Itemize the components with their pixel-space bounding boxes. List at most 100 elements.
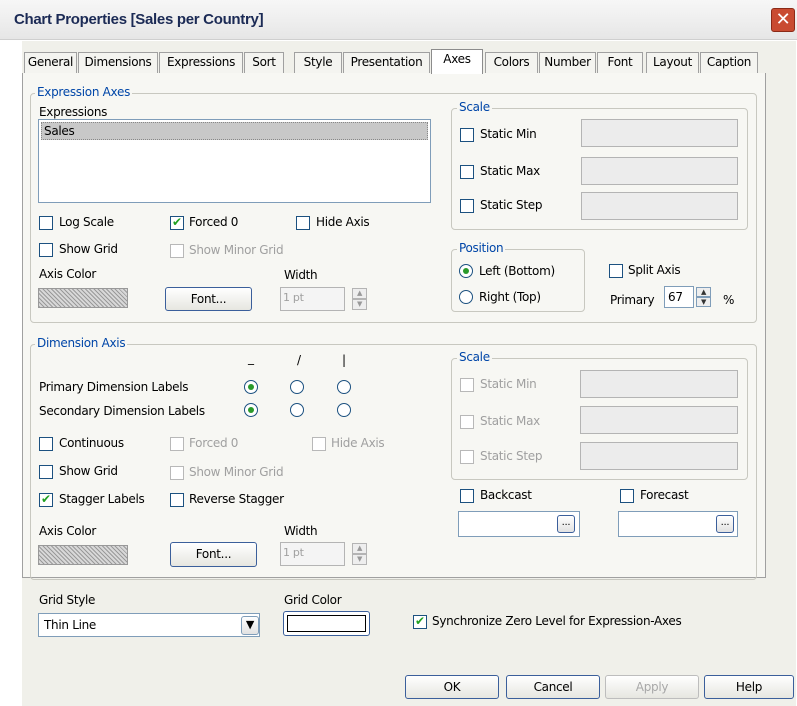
tab-caption[interactable]: Caption: [700, 52, 758, 73]
diagonal-orientation-header: /: [297, 353, 301, 367]
static-min-input[interactable]: [581, 119, 738, 147]
dim-static-min-checkbox[interactable]: [460, 378, 474, 392]
backcast-checkbox[interactable]: [460, 489, 474, 503]
sync-zero-checkbox[interactable]: ✔: [413, 614, 427, 629]
dim-hide-axis-label: Hide Axis: [331, 436, 385, 450]
check-icon: ✔: [41, 492, 51, 506]
continuous-checkbox[interactable]: [39, 437, 53, 451]
show-grid-checkbox[interactable]: [39, 243, 53, 257]
static-min-checkbox[interactable]: [460, 128, 474, 142]
expressions-list[interactable]: Sales: [38, 119, 431, 203]
forecast-checkbox[interactable]: [620, 489, 634, 503]
dim-show-grid-checkbox[interactable]: [39, 465, 53, 479]
static-max-label: Static Max: [480, 164, 540, 178]
dim-width-stepper[interactable]: 1 pt: [280, 542, 345, 566]
static-max-checkbox[interactable]: [460, 165, 474, 179]
tab-general[interactable]: General: [24, 52, 77, 73]
dim-static-max-checkbox[interactable]: [460, 415, 474, 429]
help-button[interactable]: Help: [704, 675, 794, 699]
backcast-ellipsis-button[interactable]: ...: [557, 515, 575, 533]
tab-dimensions[interactable]: Dimensions: [78, 52, 158, 73]
apply-button[interactable]: Apply: [605, 675, 699, 699]
dim-font-button[interactable]: Font...: [170, 542, 257, 567]
grid-style-label: Grid Style: [39, 593, 96, 607]
tab-expressions[interactable]: Expressions: [159, 52, 243, 73]
primary-percent-input[interactable]: 67: [664, 286, 694, 308]
width-up-icon[interactable]: ▲: [352, 288, 367, 299]
dim-static-min-input[interactable]: [580, 370, 738, 398]
dim-width-label: Width: [284, 524, 318, 538]
dim-static-step-input[interactable]: [580, 442, 738, 470]
right-top-radio[interactable]: [459, 290, 473, 304]
show-minor-grid-checkbox[interactable]: [170, 244, 184, 258]
static-step-input[interactable]: [581, 192, 738, 220]
expression-axes-legend: Expression Axes: [35, 85, 133, 99]
width-down-icon[interactable]: ▼: [352, 299, 367, 310]
radio-dot-icon: [248, 407, 254, 413]
tab-colors[interactable]: Colors: [485, 52, 538, 73]
tab-style[interactable]: Style: [294, 52, 342, 73]
show-minor-grid-label: Show Minor Grid: [189, 243, 284, 257]
secondary-diagonal-radio[interactable]: [290, 403, 304, 417]
static-step-checkbox[interactable]: [460, 199, 474, 213]
tab-axes[interactable]: Axes: [431, 49, 483, 74]
primary-up-icon[interactable]: ▲: [696, 287, 711, 297]
dim-hide-axis-checkbox[interactable]: [312, 437, 326, 451]
dim-show-minor-grid-label: Show Minor Grid: [189, 465, 284, 479]
percent-label: %: [723, 293, 735, 307]
forced-0-checkbox[interactable]: ✔: [170, 215, 184, 230]
ok-button[interactable]: OK: [405, 675, 499, 699]
close-icon[interactable]: ✕: [771, 8, 795, 32]
dim-width-up-icon[interactable]: ▲: [352, 543, 367, 554]
check-icon: ✔: [172, 215, 182, 229]
log-scale-label: Log Scale: [59, 215, 114, 229]
tab-layout[interactable]: Layout: [646, 52, 699, 73]
window-title: Chart Properties [Sales per Country]: [14, 11, 264, 28]
forecast-label: Forecast: [640, 488, 689, 502]
dim-static-step-checkbox[interactable]: [460, 450, 474, 464]
dim-forced-0-checkbox[interactable]: [170, 437, 184, 451]
split-axis-checkbox[interactable]: [609, 264, 623, 278]
primary-down-icon[interactable]: ▼: [696, 297, 711, 307]
axis-color-swatch[interactable]: [38, 288, 128, 308]
dim-show-minor-grid-checkbox[interactable]: [170, 466, 184, 480]
secondary-vertical-radio[interactable]: [337, 403, 351, 417]
grid-color-button[interactable]: [283, 611, 370, 636]
log-scale-checkbox[interactable]: [39, 216, 53, 230]
forced-0-label: Forced 0: [189, 215, 239, 229]
tab-font[interactable]: Font: [597, 52, 643, 73]
hide-axis-checkbox[interactable]: [296, 216, 310, 230]
secondary-horizontal-radio[interactable]: [244, 403, 258, 417]
check-icon: ✔: [415, 614, 425, 628]
left-bottom-radio[interactable]: [459, 264, 473, 278]
primary-horizontal-radio[interactable]: [244, 380, 258, 394]
sync-zero-label: Synchronize Zero Level for Expression-Ax…: [432, 614, 682, 628]
expressions-list-item[interactable]: Sales: [41, 122, 428, 140]
static-max-input[interactable]: [581, 157, 738, 185]
tab-presentation[interactable]: Presentation: [343, 52, 430, 73]
font-button[interactable]: Font...: [165, 287, 252, 311]
static-step-label: Static Step: [480, 198, 543, 212]
chevron-down-icon[interactable]: ▼: [241, 616, 259, 635]
dim-axis-color-swatch[interactable]: [38, 545, 128, 565]
primary-diagonal-radio[interactable]: [290, 380, 304, 394]
show-grid-label: Show Grid: [59, 242, 118, 256]
reverse-stagger-checkbox[interactable]: [170, 493, 184, 507]
primary-vertical-radio[interactable]: [337, 380, 351, 394]
dim-static-max-input[interactable]: [580, 406, 738, 434]
cancel-button[interactable]: Cancel: [506, 675, 600, 699]
tab-number[interactable]: Number: [539, 52, 596, 73]
tab-sort[interactable]: Sort: [244, 52, 284, 73]
expressions-label: Expressions: [39, 105, 108, 119]
dim-static-min-label: Static Min: [480, 377, 537, 391]
stagger-labels-checkbox[interactable]: ✔: [39, 492, 53, 507]
split-axis-label: Split Axis: [628, 263, 681, 277]
primary-dimension-labels-label: Primary Dimension Labels: [39, 380, 189, 394]
grid-color-swatch: [287, 615, 366, 632]
dim-width-down-icon[interactable]: ▼: [352, 554, 367, 565]
secondary-dimension-labels-label: Secondary Dimension Labels: [39, 404, 205, 418]
width-stepper[interactable]: 1 pt: [280, 287, 345, 311]
grid-style-select[interactable]: Thin Line: [38, 613, 260, 637]
expression-scale-legend: Scale: [457, 100, 492, 114]
forecast-ellipsis-button[interactable]: ...: [716, 515, 734, 533]
